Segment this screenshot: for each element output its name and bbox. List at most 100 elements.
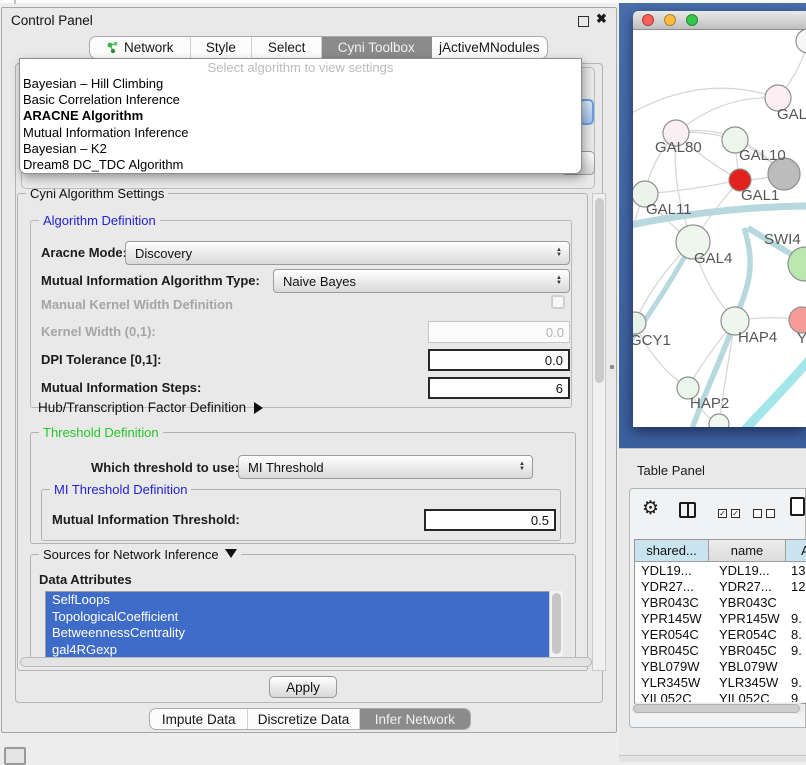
gear-icon[interactable]: ⚙: [642, 499, 659, 518]
table-panel-body: ⚙ ✓ ✓ shared...nameA YDL19...YDL19...13Y…: [629, 488, 806, 728]
unchecked-box-icon[interactable]: [766, 509, 775, 518]
tab-jactivemnodules[interactable]: jActiveMNodules: [432, 37, 547, 58]
tab-style[interactable]: Style: [191, 37, 253, 58]
settings-vertical-scrollbar[interactable]: [592, 193, 606, 671]
network-view-window[interactable]: GALGAL80GAL10GAL1GAL11GAL4SWI4HAP4YGCY1H…: [633, 11, 806, 427]
table-horizontal-scrollbar[interactable]: [632, 703, 804, 714]
tab-label: Select: [268, 40, 306, 55]
network-node[interactable]: [709, 414, 729, 427]
settings-horizontal-scrollbar[interactable]: [20, 657, 592, 667]
tab-infer-network[interactable]: Infer Network: [360, 709, 470, 729]
list-vertical-scrollbar[interactable]: [549, 591, 563, 658]
algorithm-dropdown-popup: Select algorithm to view settings Bayesi…: [19, 58, 582, 174]
network-graph[interactable]: GALGAL80GAL10GAL1GAL11GAL4SWI4HAP4YGCY1H…: [633, 30, 806, 427]
cell-value: 12: [791, 579, 805, 594]
algorithm-definition-group: Algorithm Definition Aracne Mode: Discov…: [30, 220, 572, 408]
dpi-tolerance-input[interactable]: 0.0: [428, 349, 570, 371]
column-header[interactable]: shared...: [635, 540, 709, 562]
minimize-traffic-light-icon[interactable]: [664, 14, 676, 26]
cell-name: YBR043C: [719, 595, 777, 610]
table-row[interactable]: YBL079WYBL079W: [635, 658, 806, 674]
panel-sash-handle[interactable]: [610, 365, 614, 369]
table-body[interactable]: YDL19...YDL19...13YDR27...YDR27...12YBR0…: [635, 562, 806, 702]
network-node[interactable]: [633, 312, 646, 334]
collapsed-panel-icon[interactable]: [4, 747, 26, 765]
data-attributes-list[interactable]: SelfLoopsTopologicalCoefficientBetweenne…: [45, 591, 563, 658]
close-traffic-light-icon[interactable]: [642, 14, 654, 26]
cell-value: 13: [791, 563, 805, 578]
columns-icon[interactable]: [679, 502, 696, 518]
scrollbar-thumb[interactable]: [552, 593, 561, 654]
table-row[interactable]: YDL19...YDL19...13: [635, 562, 806, 578]
unchecked-box-icon[interactable]: [753, 509, 762, 518]
network-node[interactable]: [796, 30, 806, 53]
checked-box-icon[interactable]: ✓: [718, 509, 727, 518]
cell-shared-name: YDR27...: [641, 579, 694, 594]
node-label: GAL: [777, 106, 806, 123]
group-title: MI Threshold Definition: [50, 482, 191, 497]
apply-button[interactable]: Apply: [269, 676, 337, 698]
table-row[interactable]: YDR27...YDR27...12: [635, 578, 806, 594]
attribute-item[interactable]: SelfLoops: [46, 592, 549, 609]
tab-discretize-data[interactable]: Discretize Data: [248, 709, 359, 729]
mi-type-select[interactable]: Naive Bayes ▲▼: [273, 269, 570, 293]
network-window-titlebar[interactable]: [633, 11, 806, 30]
cell-value: 9.: [791, 675, 802, 690]
dropdown-item[interactable]: ARACNE Algorithm: [20, 108, 581, 124]
mi-steps-input[interactable]: 6: [428, 377, 570, 399]
which-threshold-select[interactable]: MI Threshold ▲▼: [238, 455, 533, 479]
node-label: GAL80: [655, 139, 702, 156]
table-row[interactable]: YPR145WYPR145W9.: [635, 610, 806, 626]
network-edge[interactable]: [676, 98, 778, 133]
bottom-right-strip: [619, 755, 806, 762]
table-header-row: shared...nameA: [635, 540, 806, 562]
document-icon[interactable]: [790, 497, 805, 516]
tab-cyni-toolbox[interactable]: Cyni Toolbox: [322, 37, 432, 58]
network-edge[interactable]: [633, 88, 778, 115]
network-edge-thick[interactable]: [741, 352, 806, 427]
table-row[interactable]: YBR045CYBR045C9.: [635, 642, 806, 658]
manual-kernel-label: Manual Kernel Width Definition: [41, 298, 233, 312]
close-icon[interactable]: ✖: [596, 11, 607, 27]
tab-impute-data[interactable]: Impute Data: [150, 709, 248, 729]
attribute-item[interactable]: BetweennessCentrality: [46, 625, 549, 642]
table-row[interactable]: YER054CYER054C8.: [635, 626, 806, 642]
attribute-item[interactable]: TopologicalCoefficient: [46, 609, 549, 626]
zoom-traffic-light-icon[interactable]: [686, 14, 698, 26]
tab-network[interactable]: Network: [90, 37, 191, 58]
scrollbar-thumb[interactable]: [633, 704, 800, 713]
cell-value: 9: [791, 691, 798, 702]
dropdown-item[interactable]: Bayesian – Hill Climbing: [20, 76, 581, 92]
dropdown-item[interactable]: Bayesian – K2: [20, 141, 581, 157]
tab-select[interactable]: Select: [252, 37, 322, 58]
column-header[interactable]: A: [786, 540, 806, 562]
cell-name: YBL079W: [719, 659, 778, 674]
network-canvas[interactable]: GALGAL80GAL10GAL1GAL11GAL4SWI4HAP4YGCY1H…: [633, 30, 806, 427]
dpi-tolerance-label: DPI Tolerance [0,1]:: [41, 353, 161, 367]
manual-kernel-checkbox[interactable]: [551, 295, 565, 309]
table-row[interactable]: YIL052CYIL052C9: [635, 690, 806, 702]
column-header[interactable]: name: [709, 540, 786, 562]
network-edge[interactable]: [645, 180, 740, 194]
mi-threshold-input[interactable]: 0.5: [424, 509, 556, 531]
table-row[interactable]: YLR345WYLR345W9.: [635, 674, 806, 690]
hub-tf-definition-toggle[interactable]: Hub/Transcription Factor Definition: [38, 400, 263, 415]
group-title: Threshold Definition: [39, 425, 163, 440]
node-label: GAL4: [694, 250, 732, 267]
node-label: HAP2: [690, 395, 729, 412]
dropdown-item[interactable]: Basic Correlation Inference: [20, 92, 581, 108]
scrollbar-thumb[interactable]: [595, 198, 604, 383]
attribute-item[interactable]: gal4RGexp: [46, 642, 549, 659]
table-row[interactable]: YBR043CYBR043C: [635, 594, 806, 610]
checked-box-icon[interactable]: ✓: [731, 509, 740, 518]
table-panel: Table Panel ⚙ ✓ ✓ shared...nameA YDL19..…: [619, 448, 806, 755]
tab-label: Cyni Toolbox: [338, 40, 415, 55]
aracne-mode-select[interactable]: Discovery ▲▼: [125, 241, 570, 265]
table-panel-title: Table Panel: [637, 463, 705, 478]
dropdown-item[interactable]: Dream8 DC_TDC Algorithm: [20, 157, 581, 173]
tab-label: Style: [206, 40, 236, 55]
mi-steps-label: Mutual Information Steps:: [41, 381, 201, 395]
tab-label: Network: [124, 40, 174, 55]
float-window-icon[interactable]: [578, 16, 589, 27]
dropdown-item[interactable]: Mutual Information Inference: [20, 125, 581, 141]
